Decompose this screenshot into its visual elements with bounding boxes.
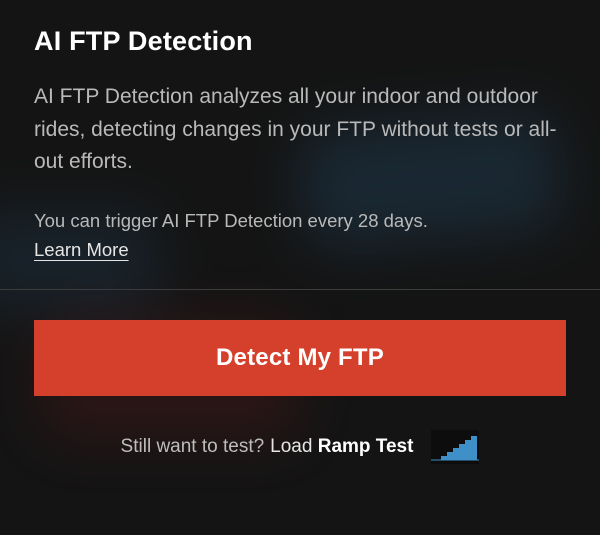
test-name: Ramp Test — [318, 436, 414, 457]
info-panel: AI FTP Detection AI FTP Detection analyz… — [0, 0, 600, 261]
learn-more-link[interactable]: Learn More — [34, 239, 129, 261]
load-prefix: Load — [270, 436, 318, 457]
page-title: AI FTP Detection — [34, 26, 566, 57]
secondary-action-row: Still want to test? Load Ramp Test — [34, 430, 566, 464]
frequency-note: You can trigger AI FTP Detection every 2… — [34, 207, 566, 236]
ramp-test-icon — [431, 430, 479, 464]
actions-panel: Detect My FTP Still want to test? Load R… — [0, 290, 600, 464]
load-ramp-test-link[interactable]: Load Ramp Test — [270, 436, 413, 458]
detect-ftp-button[interactable]: Detect My FTP — [34, 320, 566, 396]
feature-description: AI FTP Detection analyzes all your indoo… — [34, 81, 566, 179]
secondary-prompt: Still want to test? — [121, 436, 265, 458]
